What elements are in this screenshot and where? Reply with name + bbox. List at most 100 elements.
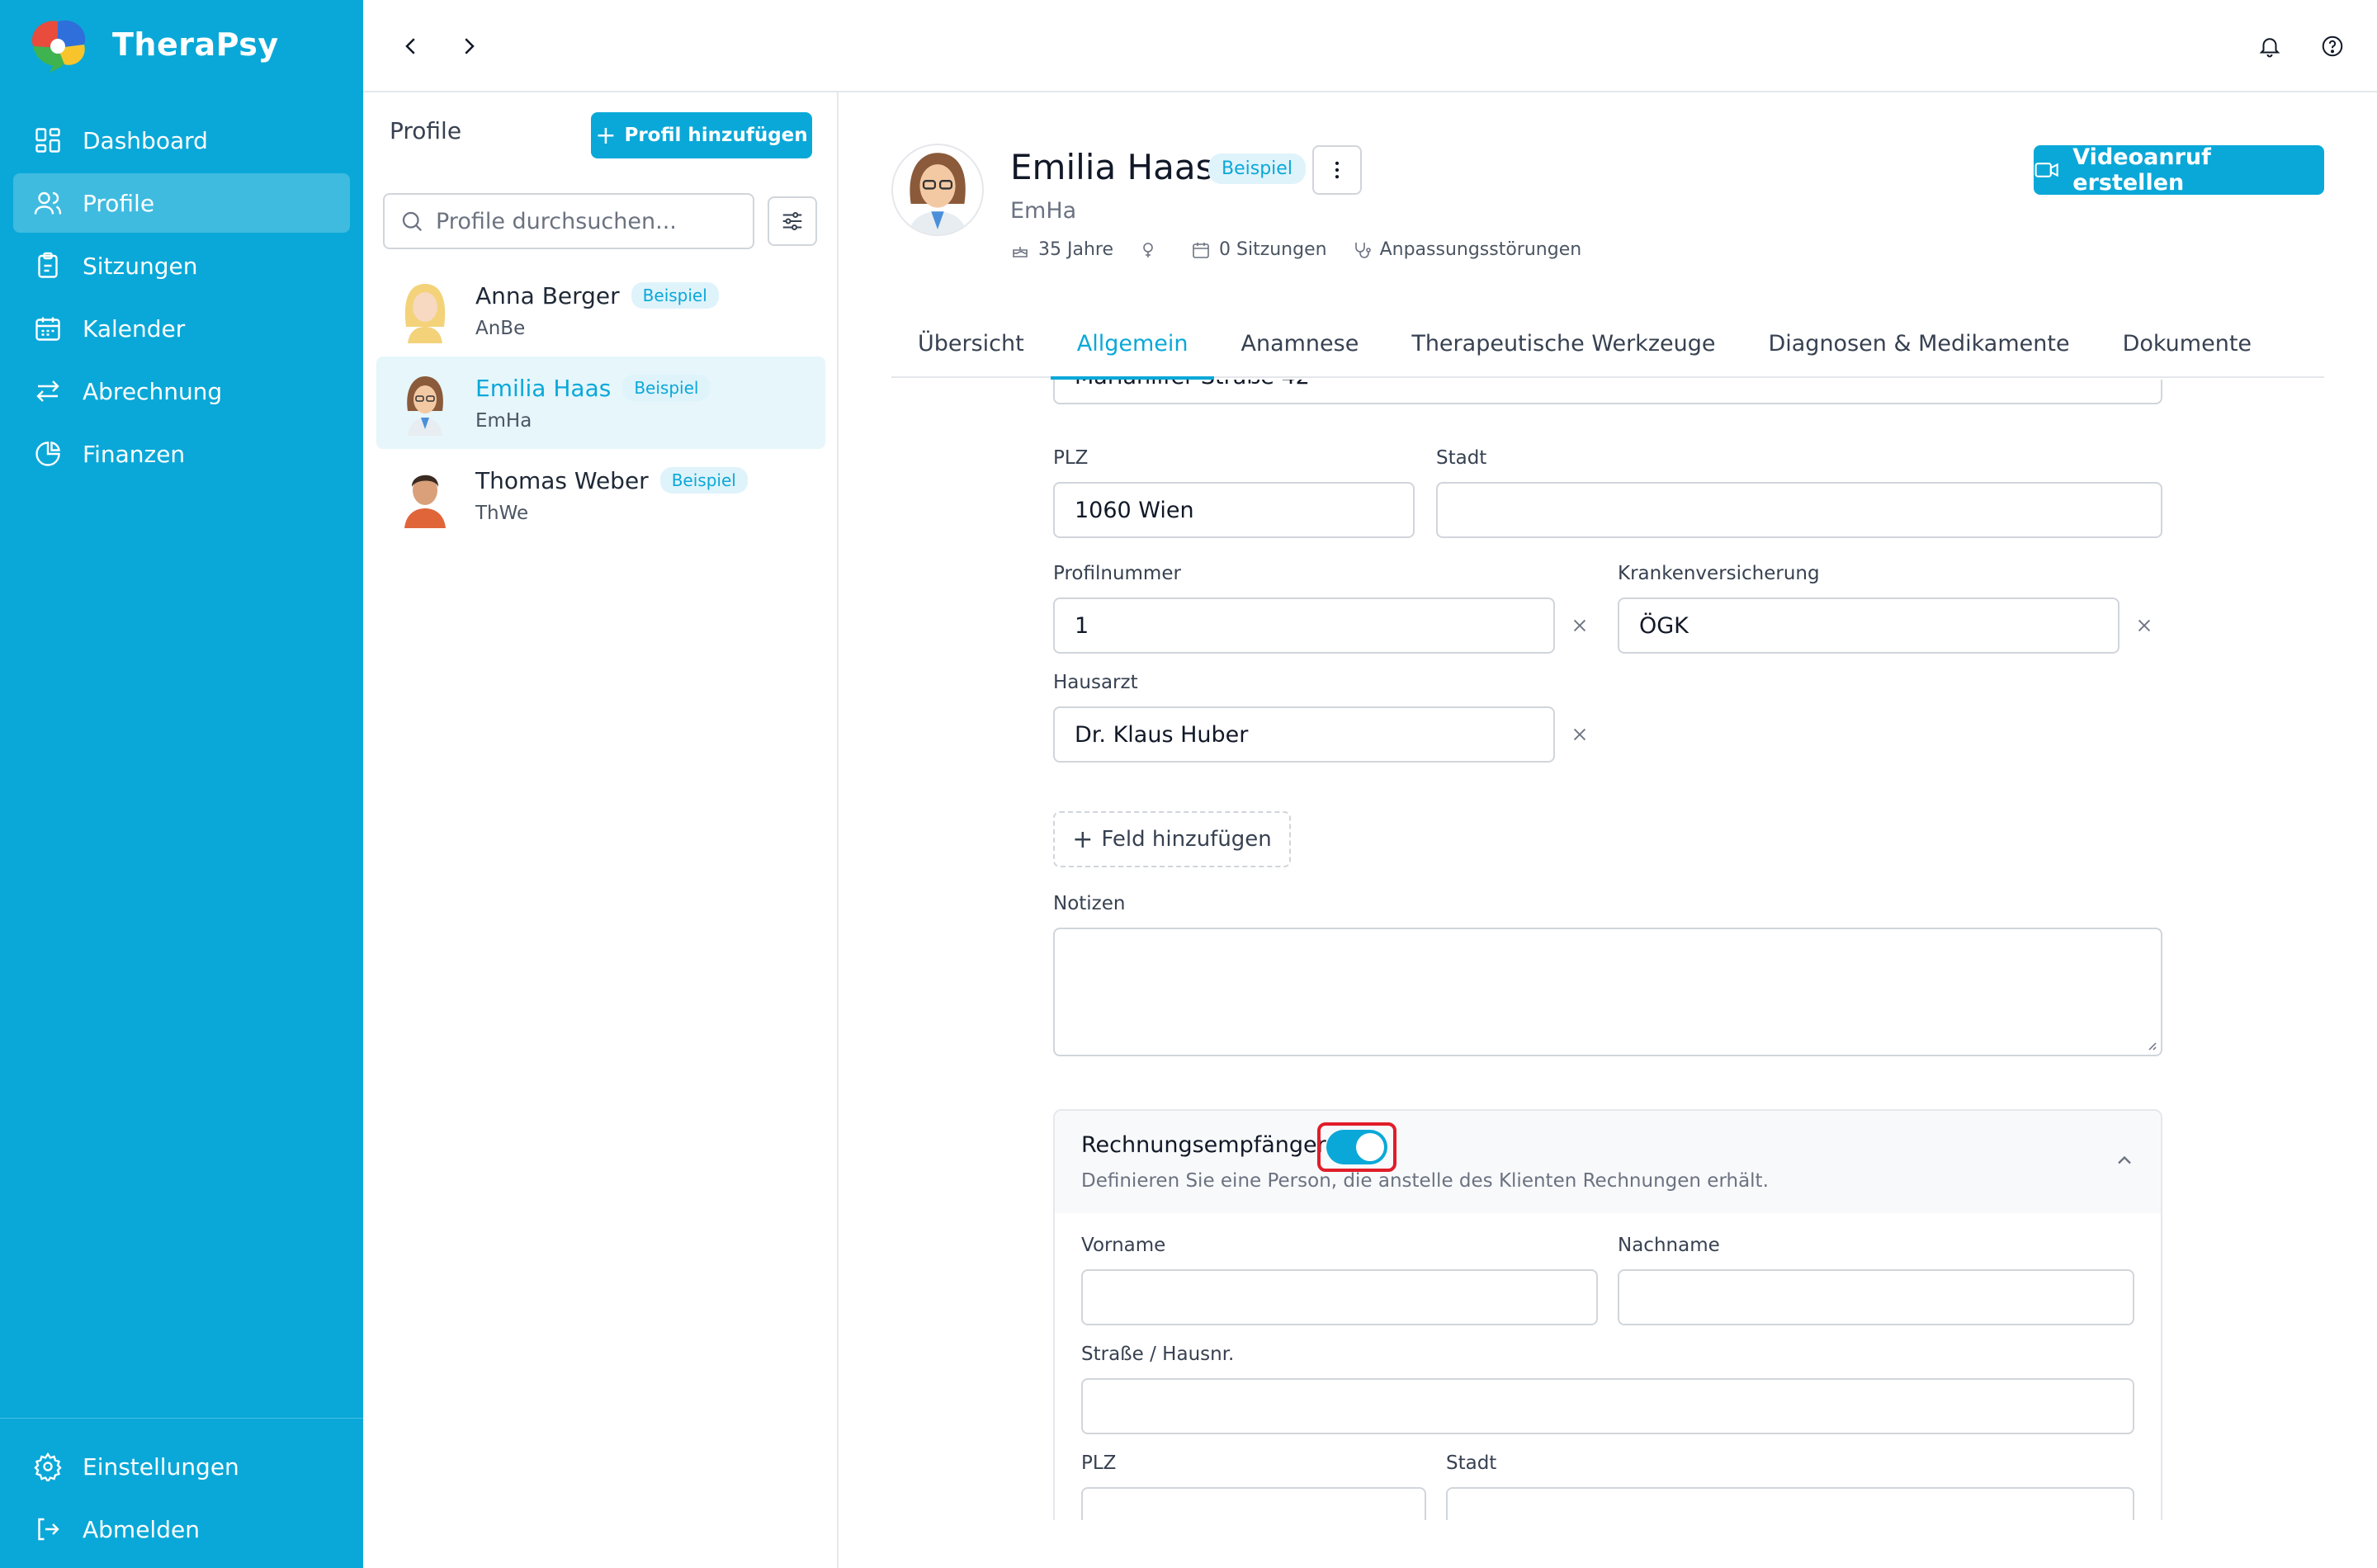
list-item[interactable]: Thomas Weber Beispiel ThWe <box>376 449 825 541</box>
sidebar-item-profile[interactable]: Profile <box>13 173 350 233</box>
add-field-label: Feld hinzufügen <box>1101 827 1272 852</box>
general-form: Mariahilfer Straße 42 PLZ 1060 Wien Stad… <box>840 380 2377 1520</box>
chevron-up-icon[interactable] <box>2113 1149 2136 1172</box>
filter-button[interactable] <box>768 196 817 246</box>
nachname-field[interactable] <box>1618 1269 2134 1325</box>
profiles-title: Profile <box>390 117 462 144</box>
plz-label: PLZ <box>1053 447 1089 469</box>
sidebar-item-kalender[interactable]: Kalender <box>13 299 350 358</box>
notifications-button[interactable] <box>2252 28 2288 64</box>
recipient-stadt-label: Stadt <box>1446 1452 1497 1474</box>
cake-icon <box>1013 246 1028 257</box>
calendar-icon <box>1193 242 1209 258</box>
remove-hausarzt-button[interactable] <box>1567 721 1593 748</box>
hausarzt-value: Dr. Klaus Huber <box>1075 721 1249 748</box>
avatar <box>404 475 446 528</box>
street-field[interactable]: Mariahilfer Straße 42 <box>1053 380 2162 404</box>
search-icon <box>402 211 423 232</box>
app-logo[interactable]: TheraPsy <box>25 15 279 74</box>
add-profile-button[interactable]: + Profil hinzufügen <box>591 112 812 158</box>
forward-button[interactable] <box>451 28 487 64</box>
profilnummer-value: 1 <box>1075 612 1089 639</box>
krankenversicherung-field[interactable]: ÖGK <box>1618 597 2119 654</box>
bell-icon <box>2259 38 2280 58</box>
chevron-left-icon <box>405 38 415 54</box>
diagnosis-info: Anpassungsstörungen <box>1352 239 1581 260</box>
avatar-illustration <box>908 153 967 234</box>
sidebar-item-dashboard[interactable]: Dashboard <box>13 111 350 170</box>
nachname-label: Nachname <box>1618 1235 1720 1256</box>
help-circle-icon <box>2322 35 2343 57</box>
plz-value: 1060 Wien <box>1075 497 1194 523</box>
notizen-textarea[interactable] <box>1053 928 2162 1056</box>
logout-label: Abmelden <box>83 1515 200 1543</box>
profile-detail: Emilia Haas Beispiel EmHa 35 Jahre 0 Sit… <box>840 92 2377 1568</box>
stadt-field[interactable] <box>1436 482 2162 538</box>
hausarzt-label: Hausarzt <box>1053 672 1138 693</box>
sidebar: TheraPsy Dashboard Profile Sitzungen Kal… <box>0 0 363 1568</box>
create-video-call-button[interactable]: Videoanruf erstellen <box>2034 144 2324 196</box>
sidebar-bottom: Einstellungen Abmelden <box>0 1418 363 1562</box>
profiles-panel: Profile + Profil hinzufügen Anna Berger … <box>363 92 839 1568</box>
chevron-right-icon <box>465 38 475 54</box>
profile-meta: 35 Jahre 0 Sitzungen Anpassungsstörungen <box>1010 239 1606 260</box>
video-button-label: Videoanruf erstellen <box>2072 144 2211 196</box>
list-item[interactable]: Emilia Haas Beispiel EmHa <box>376 357 825 449</box>
add-field-button[interactable]: + Feld hinzufügen <box>1053 811 1291 867</box>
sidebar-item-label: Einstellungen <box>83 1452 239 1481</box>
close-icon <box>1573 728 1586 741</box>
profile-tabs: Übersicht Allgemein Anamnese Therapeutis… <box>891 309 2324 380</box>
billing-recipient-card: Rechnungsempfänger Definieren Sie eine P… <box>1053 1109 2162 1520</box>
sample-badge: Beispiel <box>659 467 748 494</box>
brain-logo-icon <box>31 20 86 73</box>
profile-short: ThWe <box>475 502 529 524</box>
billing-recipient-toggle[interactable] <box>1326 1130 1387 1164</box>
more-actions-button[interactable] <box>1312 145 1362 195</box>
tab-diagnosen-medikamente[interactable]: Diagnosen & Medikamente <box>1741 309 2096 378</box>
sidebar-item-sitzungen[interactable]: Sitzungen <box>13 236 350 295</box>
profile-list: Anna Berger Beispiel AnBe Emilia Haas Be… <box>376 264 825 541</box>
sidebar-item-einstellungen[interactable]: Einstellungen <box>13 1437 350 1496</box>
sidebar-item-label: Sitzungen <box>83 252 198 280</box>
age-info: 35 Jahre <box>1010 239 1113 260</box>
billing-recipient-title: Rechnungsempfänger <box>1081 1132 1326 1158</box>
calendar-icon <box>35 317 60 341</box>
tab-dokumente[interactable]: Dokumente <box>2096 309 2278 378</box>
krankenversicherung-label: Krankenversicherung <box>1618 563 1820 584</box>
recipient-plz-field[interactable] <box>1081 1487 1426 1520</box>
strasse-label: Straße / Hausnr. <box>1081 1344 1235 1365</box>
recipient-stadt-field[interactable] <box>1446 1487 2134 1520</box>
remove-krankenversicherung-button[interactable] <box>2131 612 2157 639</box>
sidebar-item-finanzen[interactable]: Finanzen <box>13 424 350 484</box>
plus-icon: + <box>1072 824 1094 854</box>
logout-button[interactable]: Abmelden <box>13 1500 350 1559</box>
back-button[interactable] <box>393 28 429 64</box>
krankenversicherung-value: ÖGK <box>1639 612 1689 639</box>
profile-name: Thomas Weber <box>475 466 649 494</box>
vorname-field[interactable] <box>1081 1269 1598 1325</box>
billing-recipient-header[interactable]: Rechnungsempfänger Definieren Sie eine P… <box>1055 1111 2161 1213</box>
female-icon <box>1143 242 1153 257</box>
help-button[interactable] <box>2314 28 2351 64</box>
gear-icon <box>34 1452 62 1481</box>
add-profile-label: Profil hinzufügen <box>624 125 808 146</box>
sidebar-item-label: Finanzen <box>83 440 186 468</box>
users-icon <box>34 191 62 215</box>
tab-uebersicht[interactable]: Übersicht <box>891 309 1051 378</box>
list-item[interactable]: Anna Berger Beispiel AnBe <box>376 264 825 357</box>
strasse-field[interactable] <box>1081 1378 2134 1434</box>
stadt-label: Stadt <box>1436 447 1487 469</box>
remove-profilnummer-button[interactable] <box>1567 612 1593 639</box>
sidebar-item-abrechnung[interactable]: Abrechnung <box>13 361 350 421</box>
search-input[interactable] <box>436 208 733 234</box>
plz-field[interactable]: 1060 Wien <box>1053 482 1415 538</box>
profile-short: AnBe <box>475 317 526 339</box>
tab-therapeutische-werkzeuge[interactable]: Therapeutische Werkzeuge <box>1385 309 1741 378</box>
profilnummer-field[interactable]: 1 <box>1053 597 1555 654</box>
tab-anamnese[interactable]: Anamnese <box>1214 309 1385 378</box>
profile-name-heading: Emilia Haas <box>1010 147 1214 187</box>
close-icon <box>2138 619 2151 632</box>
resize-handle-icon[interactable] <box>2144 1038 2157 1051</box>
tab-allgemein[interactable]: Allgemein <box>1050 309 1215 380</box>
hausarzt-field[interactable]: Dr. Klaus Huber <box>1053 706 1555 763</box>
